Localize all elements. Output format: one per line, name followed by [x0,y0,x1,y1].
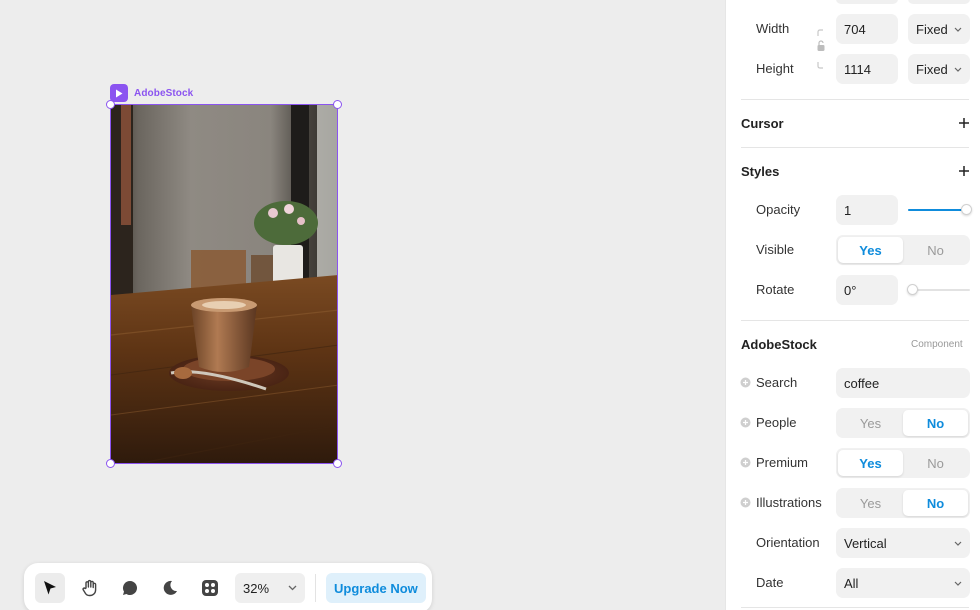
resize-handle-top-right[interactable] [333,100,342,109]
zoom-select[interactable]: 32% [235,573,305,603]
styles-section-title: Styles [741,164,780,179]
illustrations-label: Illustrations [756,495,822,510]
people-prop-plus-icon[interactable] [740,417,751,428]
illustrations-yes-option[interactable]: Yes [838,490,903,516]
height-input[interactable]: 1114 [836,54,898,84]
moon-icon [163,580,177,595]
date-value: All [844,575,859,591]
chevron-down-icon [288,585,297,591]
search-input[interactable]: coffee [836,368,970,398]
hand-tool-button[interactable] [75,573,105,603]
top-select-stub [908,0,970,4]
rotate-label: Rotate [756,282,795,297]
frame-label[interactable]: AdobeStock [110,84,193,102]
divider [741,320,969,321]
toolbar-divider [315,574,316,602]
component-section-title: AdobeStock [741,337,817,352]
frame-play-icon [110,84,128,102]
people-yes-option[interactable]: Yes [838,410,903,436]
components-icon [202,580,218,596]
frame-name: AdobeStock [134,87,194,99]
opacity-slider-fill [908,209,966,211]
component-tag: Component [911,339,963,350]
components-tool-button[interactable] [195,573,225,603]
properties-panel: Width 704 Fixed Height 1114 Fixed Cursor… [725,0,980,610]
people-toggle: Yes No [836,408,970,438]
top-field-stub [836,0,898,4]
height-mode-select[interactable]: Fixed [908,54,970,84]
premium-no-option[interactable]: No [903,450,968,476]
rotate-slider-knob[interactable] [907,284,918,295]
premium-yes-option[interactable]: Yes [838,450,903,476]
resize-handle-top-left[interactable] [106,100,115,109]
cursor-section-title: Cursor [741,116,784,131]
add-style-plus-icon[interactable] [957,164,971,178]
premium-toggle: Yes No [836,448,970,478]
bottom-toolbar: 32% Upgrade Now [24,563,432,610]
zoom-value: 32% [243,580,270,596]
arrow-pointer-icon [44,581,56,595]
date-label: Date [756,575,784,590]
rotate-input[interactable]: 0° [836,275,898,305]
width-mode-value: Fixed [916,21,948,37]
canvas[interactable]: AdobeStock 32% Upgrade Now [0,0,725,610]
frame-adobestock[interactable] [110,104,338,464]
aspect-lock-icon[interactable] [816,28,828,70]
visible-yes-option[interactable]: Yes [838,237,903,263]
resize-handle-bottom-left[interactable] [106,459,115,468]
orientation-select[interactable]: Vertical [836,528,970,558]
resize-handle-bottom-right[interactable] [333,459,342,468]
speech-bubble-icon [123,581,138,595]
upgrade-now-button[interactable]: Upgrade Now [326,573,426,603]
opacity-input[interactable]: 1 [836,195,898,225]
hand-icon [82,579,97,597]
date-select[interactable]: All [836,568,970,598]
opacity-slider-knob[interactable] [961,204,972,215]
illustrations-prop-plus-icon[interactable] [740,497,751,508]
divider [741,147,969,148]
opacity-label: Opacity [756,202,801,217]
visible-toggle: Yes No [836,235,970,265]
chevron-down-icon [954,67,962,72]
chevron-down-icon [954,581,962,586]
people-no-option[interactable]: No [903,410,968,436]
width-label: Width [756,21,790,36]
add-cursor-plus-icon[interactable] [957,116,971,130]
orientation-value: Vertical [844,535,887,551]
visible-no-option[interactable]: No [903,237,968,263]
dark-mode-tool-button[interactable] [155,573,185,603]
height-label: Height [756,61,794,76]
premium-prop-plus-icon[interactable] [740,457,751,468]
illustrations-toggle: Yes No [836,488,970,518]
width-input[interactable]: 704 [836,14,898,44]
divider [741,99,969,100]
search-prop-plus-icon[interactable] [740,377,751,388]
search-label: Search [756,375,798,390]
people-label: People [756,415,797,430]
divider [741,607,969,608]
premium-label: Premium [756,455,809,470]
coffee-cup-photo [111,105,337,463]
chevron-down-icon [954,541,962,546]
visible-label: Visible [756,242,795,257]
comment-tool-button[interactable] [115,573,145,603]
illustrations-no-option[interactable]: No [903,490,968,516]
height-mode-value: Fixed [916,61,948,77]
orientation-label: Orientation [756,535,820,550]
select-tool-button[interactable] [35,573,65,603]
width-mode-select[interactable]: Fixed [908,14,970,44]
chevron-down-icon [954,27,962,32]
